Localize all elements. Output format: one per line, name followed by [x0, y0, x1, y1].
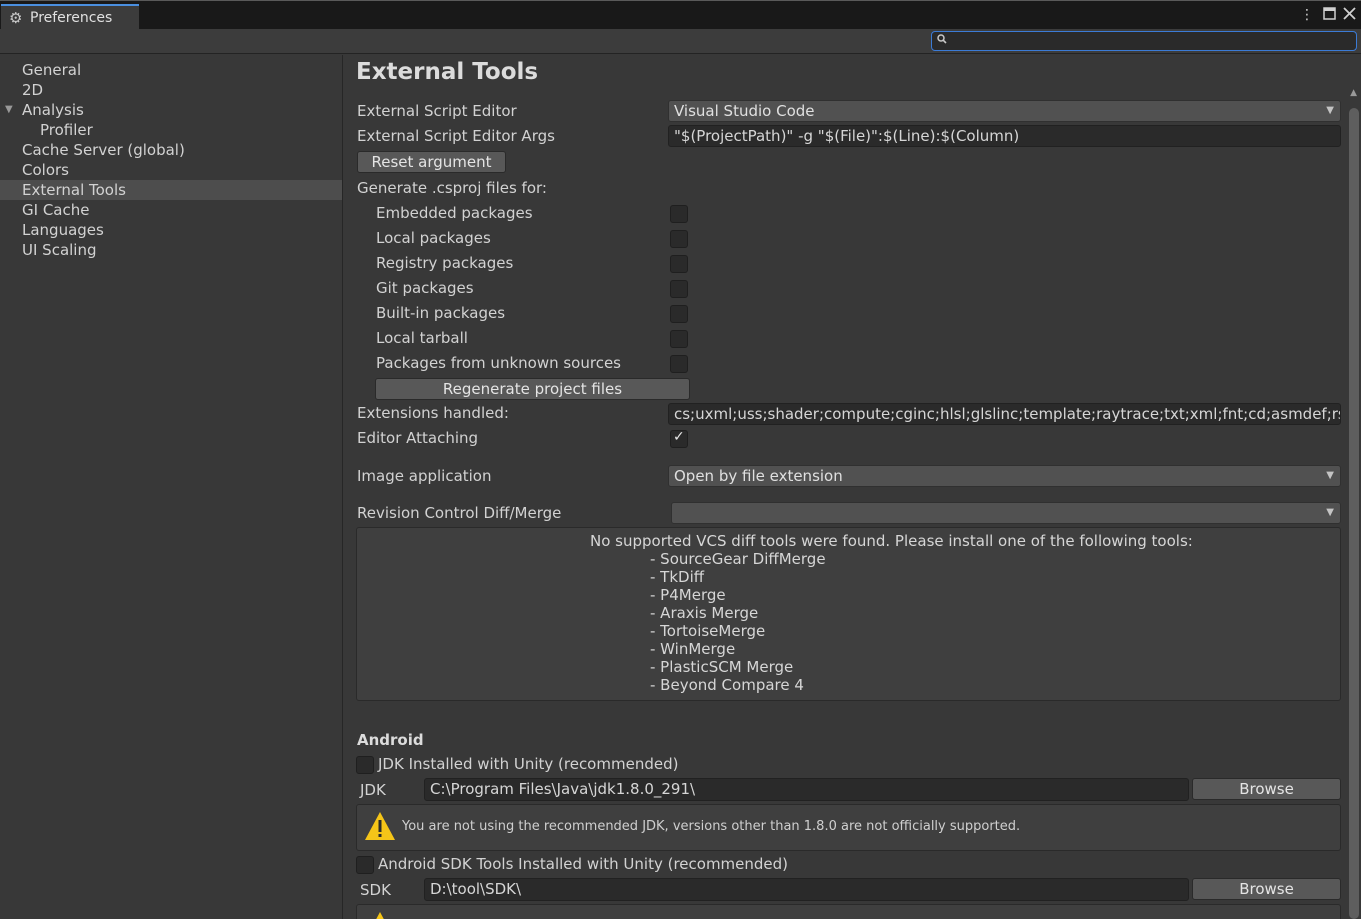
sidebar-item-label: Cache Server (global) [22, 141, 185, 159]
chevron-down-icon: ▼ [1326, 507, 1334, 518]
package-label-registry: Registry packages [376, 254, 514, 272]
jdk-label: JDK [360, 781, 386, 799]
sidebar-item-gi-cache[interactable]: GI Cache [0, 200, 342, 220]
embedded-packages-checkbox[interactable] [670, 205, 688, 223]
package-label-builtin: Built-in packages [376, 304, 506, 322]
chevron-down-icon: ▼ [1326, 105, 1334, 116]
close-icon[interactable] [1341, 7, 1357, 24]
sidebar-item-label: General [22, 61, 82, 79]
sidebar-item-analysis[interactable]: ▼ Analysis [0, 100, 342, 120]
sidebar-item-languages[interactable]: Languages [0, 220, 342, 240]
package-label-git: Git packages [376, 279, 474, 297]
editor-attaching-checkbox[interactable]: ✓ [670, 429, 688, 448]
reset-argument-button[interactable]: Reset argument [357, 151, 506, 173]
sdk-path-input[interactable]: D:\tool\SDK\ [424, 878, 1189, 901]
page-title: External Tools [356, 59, 539, 85]
builtin-packages-checkbox[interactable] [670, 305, 688, 323]
sidebar-item-external-tools[interactable]: External Tools [0, 180, 342, 200]
title-bar: ⚙ Preferences ⋮ [0, 0, 1361, 30]
git-packages-checkbox[interactable] [670, 280, 688, 298]
vcs-tool-item: - PlasticSCM Merge [650, 658, 794, 676]
sidebar-item-label: UI Scaling [22, 241, 97, 259]
sdk-label: SDK [360, 881, 391, 899]
foldout-expanded-icon[interactable]: ▼ [5, 100, 13, 120]
vcs-tool-item: - Beyond Compare 4 [650, 676, 804, 694]
regenerate-project-files-button[interactable]: Regenerate project files [375, 378, 690, 400]
jdk-browse-button[interactable]: Browse [1192, 778, 1341, 800]
warning-icon [363, 810, 397, 846]
search-input[interactable] [931, 31, 1357, 51]
package-label-local: Local packages [376, 229, 491, 247]
sidebar-item-colors[interactable]: Colors [0, 160, 342, 180]
sidebar-item-label: Profiler [40, 121, 93, 139]
vcs-help-box: No supported VCS diff tools were found. … [356, 527, 1341, 701]
dropdown-value: Visual Studio Code [674, 102, 815, 120]
checkmark-icon: ✓ [673, 429, 685, 445]
registry-packages-checkbox[interactable] [670, 255, 688, 273]
revision-control-dropdown[interactable]: ▼ [671, 502, 1341, 524]
vcs-tool-item: - WinMerge [650, 640, 736, 658]
sidebar-item-cache-server[interactable]: Cache Server (global) [0, 140, 342, 160]
vcs-tool-item: - P4Merge [650, 586, 726, 604]
editor-attaching-label: Editor Attaching [357, 429, 479, 447]
scroll-up-icon[interactable]: ▲ [1350, 88, 1357, 98]
sdk-browse-button[interactable]: Browse [1192, 878, 1341, 900]
sdk-installed-checkbox[interactable] [356, 856, 374, 874]
sidebar-item-label: Languages [22, 221, 104, 239]
generate-csproj-label: Generate .csproj files for: [357, 179, 547, 197]
vcs-message: No supported VCS diff tools were found. … [590, 532, 1193, 550]
sidebar-item-label: Colors [22, 161, 69, 179]
image-application-dropdown[interactable]: Open by file extension ▼ [668, 465, 1341, 487]
kebab-menu-icon[interactable]: ⋮ [1299, 7, 1315, 23]
sidebar: General 2D ▼ Analysis Profiler Cache Ser… [0, 55, 343, 919]
jdk-installed-checkbox[interactable] [356, 756, 374, 774]
sidebar-item-label: 2D [22, 81, 44, 99]
sdk-warning-box [356, 904, 1341, 919]
external-script-editor-args-input[interactable]: "$(ProjectPath)" -g "$(File)":$(Line):$(… [668, 125, 1341, 147]
image-application-label: Image application [357, 467, 492, 485]
sdk-installed-label: Android SDK Tools Installed with Unity (… [378, 855, 789, 873]
sidebar-item-label: Analysis [22, 101, 84, 119]
sidebar-item-profiler[interactable]: Profiler [0, 120, 342, 140]
vertical-scrollbar[interactable] [1349, 108, 1359, 919]
package-label-embedded: Embedded packages [376, 204, 533, 222]
search-bar-row [0, 29, 1361, 54]
vcs-tool-item: - Araxis Merge [650, 604, 759, 622]
jdk-warning-text: You are not using the recommended JDK, v… [402, 819, 1021, 834]
external-script-editor-dropdown[interactable]: Visual Studio Code ▼ [668, 100, 1341, 122]
local-tarball-checkbox[interactable] [670, 330, 688, 348]
package-label-unknown: Packages from unknown sources [376, 354, 621, 372]
vcs-tool-item: - TortoiseMerge [650, 622, 766, 640]
main-panel: External Tools External Script Editor Vi… [344, 55, 1361, 919]
dropdown-value: Open by file extension [674, 467, 843, 485]
jdk-path-input[interactable]: C:\Program Files\Java\jdk1.8.0_291\ [424, 778, 1189, 801]
sidebar-item-label: External Tools [22, 181, 126, 199]
unknown-sources-checkbox[interactable] [670, 355, 688, 373]
tab-title: Preferences [30, 10, 113, 26]
jdk-installed-label: JDK Installed with Unity (recommended) [378, 755, 679, 773]
sidebar-item-label: GI Cache [22, 201, 90, 219]
android-section-title: Android [357, 731, 424, 749]
warning-icon [363, 910, 397, 919]
search-icon [937, 34, 947, 47]
package-label-local-tarball: Local tarball [376, 329, 468, 347]
external-script-editor-label: External Script Editor [357, 102, 517, 120]
revision-control-label: Revision Control Diff/Merge [357, 504, 562, 522]
local-packages-checkbox[interactable] [670, 230, 688, 248]
extensions-handled-input[interactable]: cs;uxml;uss;shader;compute;cginc;hlsl;gl… [668, 403, 1341, 425]
sidebar-item-ui-scaling[interactable]: UI Scaling [0, 240, 342, 260]
chevron-down-icon: ▼ [1326, 470, 1334, 481]
vcs-tool-item: - SourceGear DiffMerge [650, 550, 826, 568]
maximize-icon[interactable] [1321, 7, 1337, 24]
tab-preferences[interactable]: ⚙ Preferences [1, 4, 139, 30]
gear-icon: ⚙ [9, 9, 23, 27]
external-script-editor-args-label: External Script Editor Args [357, 127, 555, 145]
sidebar-item-general[interactable]: General [0, 60, 342, 80]
jdk-warning-box: You are not using the recommended JDK, v… [356, 804, 1341, 851]
extensions-handled-label: Extensions handled: [357, 404, 509, 422]
vcs-tool-item: - TkDiff [650, 568, 705, 586]
sidebar-item-2d[interactable]: 2D [0, 80, 342, 100]
